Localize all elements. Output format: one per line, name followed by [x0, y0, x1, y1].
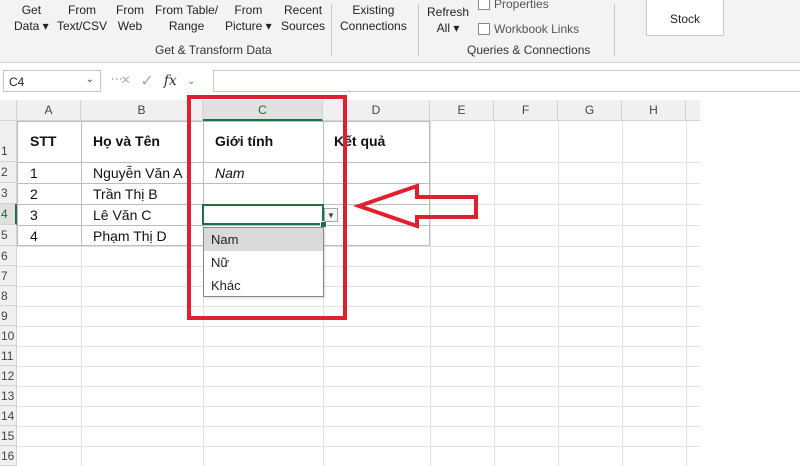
ribbon: Get Data ▾ From Text/CSV From Web From T… — [0, 0, 800, 62]
column-header-h[interactable]: H — [622, 100, 686, 121]
gridline — [17, 426, 700, 427]
from-table-range-button[interactable]: From Table/ Range — [155, 2, 218, 34]
formula-controls: × ✓ fx ⌄ — [121, 70, 211, 92]
row-header-16[interactable]: 16 — [0, 446, 17, 466]
gridline — [430, 121, 431, 466]
refresh-all-button[interactable]: Refresh All ▾ — [427, 4, 469, 36]
row-header-10[interactable]: 10 — [0, 326, 17, 346]
select-all-corner[interactable] — [0, 100, 17, 121]
row-header-1[interactable]: 1 — [0, 121, 17, 162]
row-header-14[interactable]: 14 — [0, 406, 17, 426]
chevron-down-icon[interactable]: ⌄ — [187, 76, 195, 87]
row-header-11[interactable]: 11 — [0, 346, 17, 366]
table-border — [81, 121, 82, 246]
enter-icon[interactable]: ✓ — [140, 71, 153, 91]
gridline — [17, 406, 700, 407]
insert-function-icon[interactable]: fx — [164, 73, 177, 89]
cell-name[interactable]: Trần Thị B — [93, 186, 158, 202]
recent-sources-button[interactable]: Recent Sources — [281, 2, 325, 34]
from-picture-button[interactable]: From Picture ▾ — [225, 2, 272, 34]
column-header-a[interactable]: A — [17, 100, 81, 121]
gridline — [494, 121, 495, 466]
cell-name[interactable]: Lê Văn C — [93, 207, 151, 223]
gridline — [17, 446, 700, 447]
cell-stt[interactable]: 3 — [30, 207, 38, 223]
cell-stt[interactable]: 4 — [30, 228, 38, 244]
gridline — [686, 121, 687, 466]
row-header-3[interactable]: 3 — [0, 183, 17, 204]
cell-name[interactable]: Phạm Thị D — [93, 228, 167, 244]
row-header-13[interactable]: 13 — [0, 386, 17, 406]
name-box[interactable]: C4 ⌄ — [3, 70, 101, 92]
stock-button[interactable]: Stock — [646, 0, 724, 36]
existing-connections-button[interactable]: Existing Connections — [340, 2, 407, 34]
workbook-links-button[interactable]: Workbook Links — [478, 22, 579, 36]
row-header-8[interactable]: 8 — [0, 286, 17, 306]
properties-icon — [478, 0, 490, 10]
column-header-b[interactable]: B — [81, 100, 203, 121]
arrow-shape — [352, 183, 478, 229]
from-web-button[interactable]: From Web — [116, 2, 144, 34]
workbook-links-icon — [478, 23, 490, 35]
get-data-button[interactable]: Get Data ▾ — [14, 2, 49, 34]
row-header-4[interactable]: 4 — [0, 204, 17, 225]
cancel-icon[interactable]: × — [121, 72, 130, 90]
column-header-e[interactable]: E — [430, 100, 494, 121]
group-label-queries: Queries & Connections — [467, 43, 591, 57]
row-header-2[interactable]: 2 — [0, 162, 17, 183]
chevron-down-icon: ⌄ — [85, 74, 94, 85]
formula-input[interactable] — [213, 70, 800, 92]
cell-stt[interactable]: 2 — [30, 186, 38, 202]
group-separator — [418, 4, 419, 56]
group-label-get-transform: Get & Transform Data — [155, 43, 272, 57]
row-header-15[interactable]: 15 — [0, 426, 17, 446]
gridline — [558, 121, 559, 466]
column-header-f[interactable]: F — [494, 100, 558, 121]
ribbon-separator — [331, 4, 332, 56]
formula-bar: C4 ⌄ ⋮ × ✓ fx ⌄ — [0, 63, 800, 100]
gridline — [17, 246, 700, 247]
row-header-6[interactable]: 6 — [0, 246, 17, 266]
worksheet-grid[interactable]: A B C D E F G H 1 2 3 4 5 6 7 8 9 10 11 … — [0, 95, 800, 466]
gridline — [17, 306, 700, 307]
annotation-highlight-box — [187, 95, 347, 320]
gridline — [17, 266, 700, 267]
cell-name[interactable]: Nguyễn Văn A — [93, 165, 183, 181]
row-header-7[interactable]: 7 — [0, 266, 17, 286]
row-header-12[interactable]: 12 — [0, 366, 17, 386]
gridline — [17, 386, 700, 387]
properties-button[interactable]: Properties — [478, 0, 549, 11]
header-cell-stt[interactable]: STT — [30, 133, 56, 149]
cell-stt[interactable]: 1 — [30, 165, 38, 181]
gridline — [17, 366, 700, 367]
header-cell-name[interactable]: Họ và Tên — [93, 133, 160, 149]
column-header-g[interactable]: G — [558, 100, 622, 121]
annotation-arrow-icon — [352, 183, 478, 229]
column-header-partial — [686, 100, 700, 121]
row-header-9[interactable]: 9 — [0, 306, 17, 326]
from-text-csv-button[interactable]: From Text/CSV — [57, 2, 107, 34]
group-separator — [614, 4, 615, 56]
gridline — [17, 346, 700, 347]
gridline — [17, 286, 700, 287]
gridline — [17, 326, 700, 327]
gridline — [622, 121, 623, 466]
row-header-5[interactable]: 5 — [0, 225, 17, 246]
